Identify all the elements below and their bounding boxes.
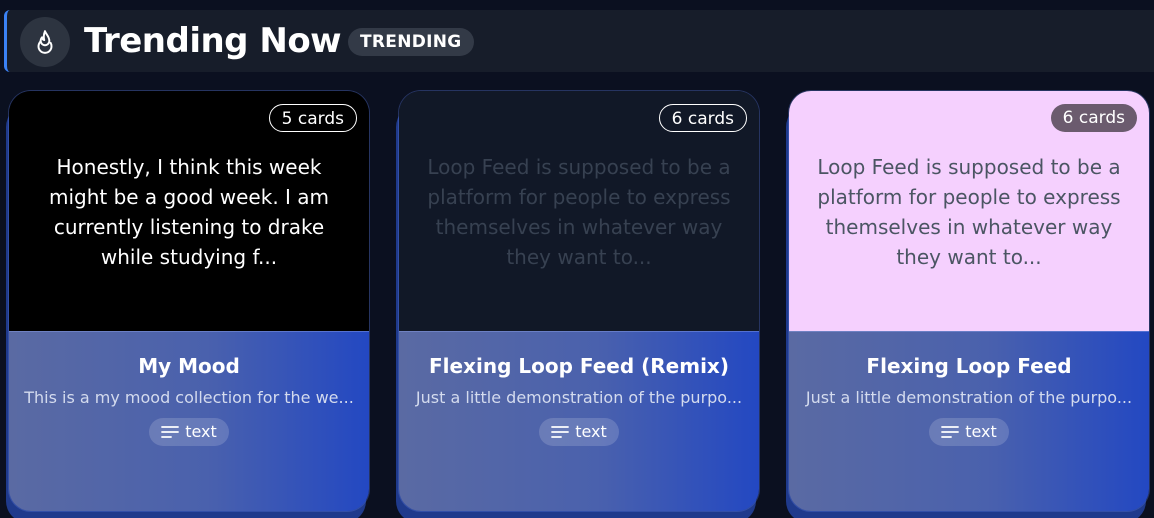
card-title[interactable]: Flexing Loop Feed [789,354,1149,378]
card-title[interactable]: My Mood [9,354,369,378]
collection-card[interactable]: 6 cards Loop Feed is supposed to be a pl… [789,91,1149,511]
text-lines-icon [161,426,180,438]
card-preview[interactable]: 6 cards Loop Feed is supposed to be a pl… [399,91,759,331]
content-type-label: text [575,422,607,441]
text-lines-icon [941,426,960,438]
card-description: Just a little demonstration of the purpo… [805,388,1133,407]
content-type-label: text [965,422,997,441]
section-header: Trending Now TRENDING [4,10,1154,72]
card-count-badge: 6 cards [1050,104,1137,132]
card-preview[interactable]: 6 cards Loop Feed is supposed to be a pl… [789,91,1149,331]
card-preview[interactable]: 5 cards Honestly, I think this week migh… [9,91,369,331]
card-description: Just a little demonstration of the purpo… [415,388,743,407]
card-info: Flexing Loop Feed Just a little demonstr… [789,331,1149,511]
section-title: Trending Now [84,21,342,61]
card-info: My Mood This is a my mood collection for… [9,331,369,511]
trending-badge: TRENDING [348,28,474,56]
card-preview-text: Loop Feed is supposed to be a platform f… [817,155,1121,269]
trending-section: Trending Now TRENDING 5 cards Honestly, … [0,0,1154,518]
card-preview-text: Loop Feed is supposed to be a platform f… [427,155,731,269]
content-type-tag: text [929,418,1009,446]
content-type-tag: text [539,418,619,446]
collection-card[interactable]: 5 cards Honestly, I think this week migh… [9,91,369,511]
collection-card[interactable]: 6 cards Loop Feed is supposed to be a pl… [399,91,759,511]
fire-icon [20,17,70,67]
content-type-tag: text [149,418,229,446]
card-description: This is a my mood collection for the we.… [24,388,354,407]
text-lines-icon [551,426,570,438]
card-count-badge: 5 cards [268,104,357,132]
card-title[interactable]: Flexing Loop Feed (Remix) [399,354,759,378]
card-preview-text: Honestly, I think this week might be a g… [48,155,330,269]
content-type-label: text [185,422,217,441]
card-info: Flexing Loop Feed (Remix) Just a little … [399,331,759,511]
card-count-badge: 6 cards [658,104,747,132]
collection-card-wrapper: 6 cards Loop Feed is supposed to be a pl… [396,91,779,518]
collection-card-wrapper: 5 cards Honestly, I think this week migh… [6,91,389,518]
collection-card-wrapper: 6 cards Loop Feed is supposed to be a pl… [786,91,1154,518]
